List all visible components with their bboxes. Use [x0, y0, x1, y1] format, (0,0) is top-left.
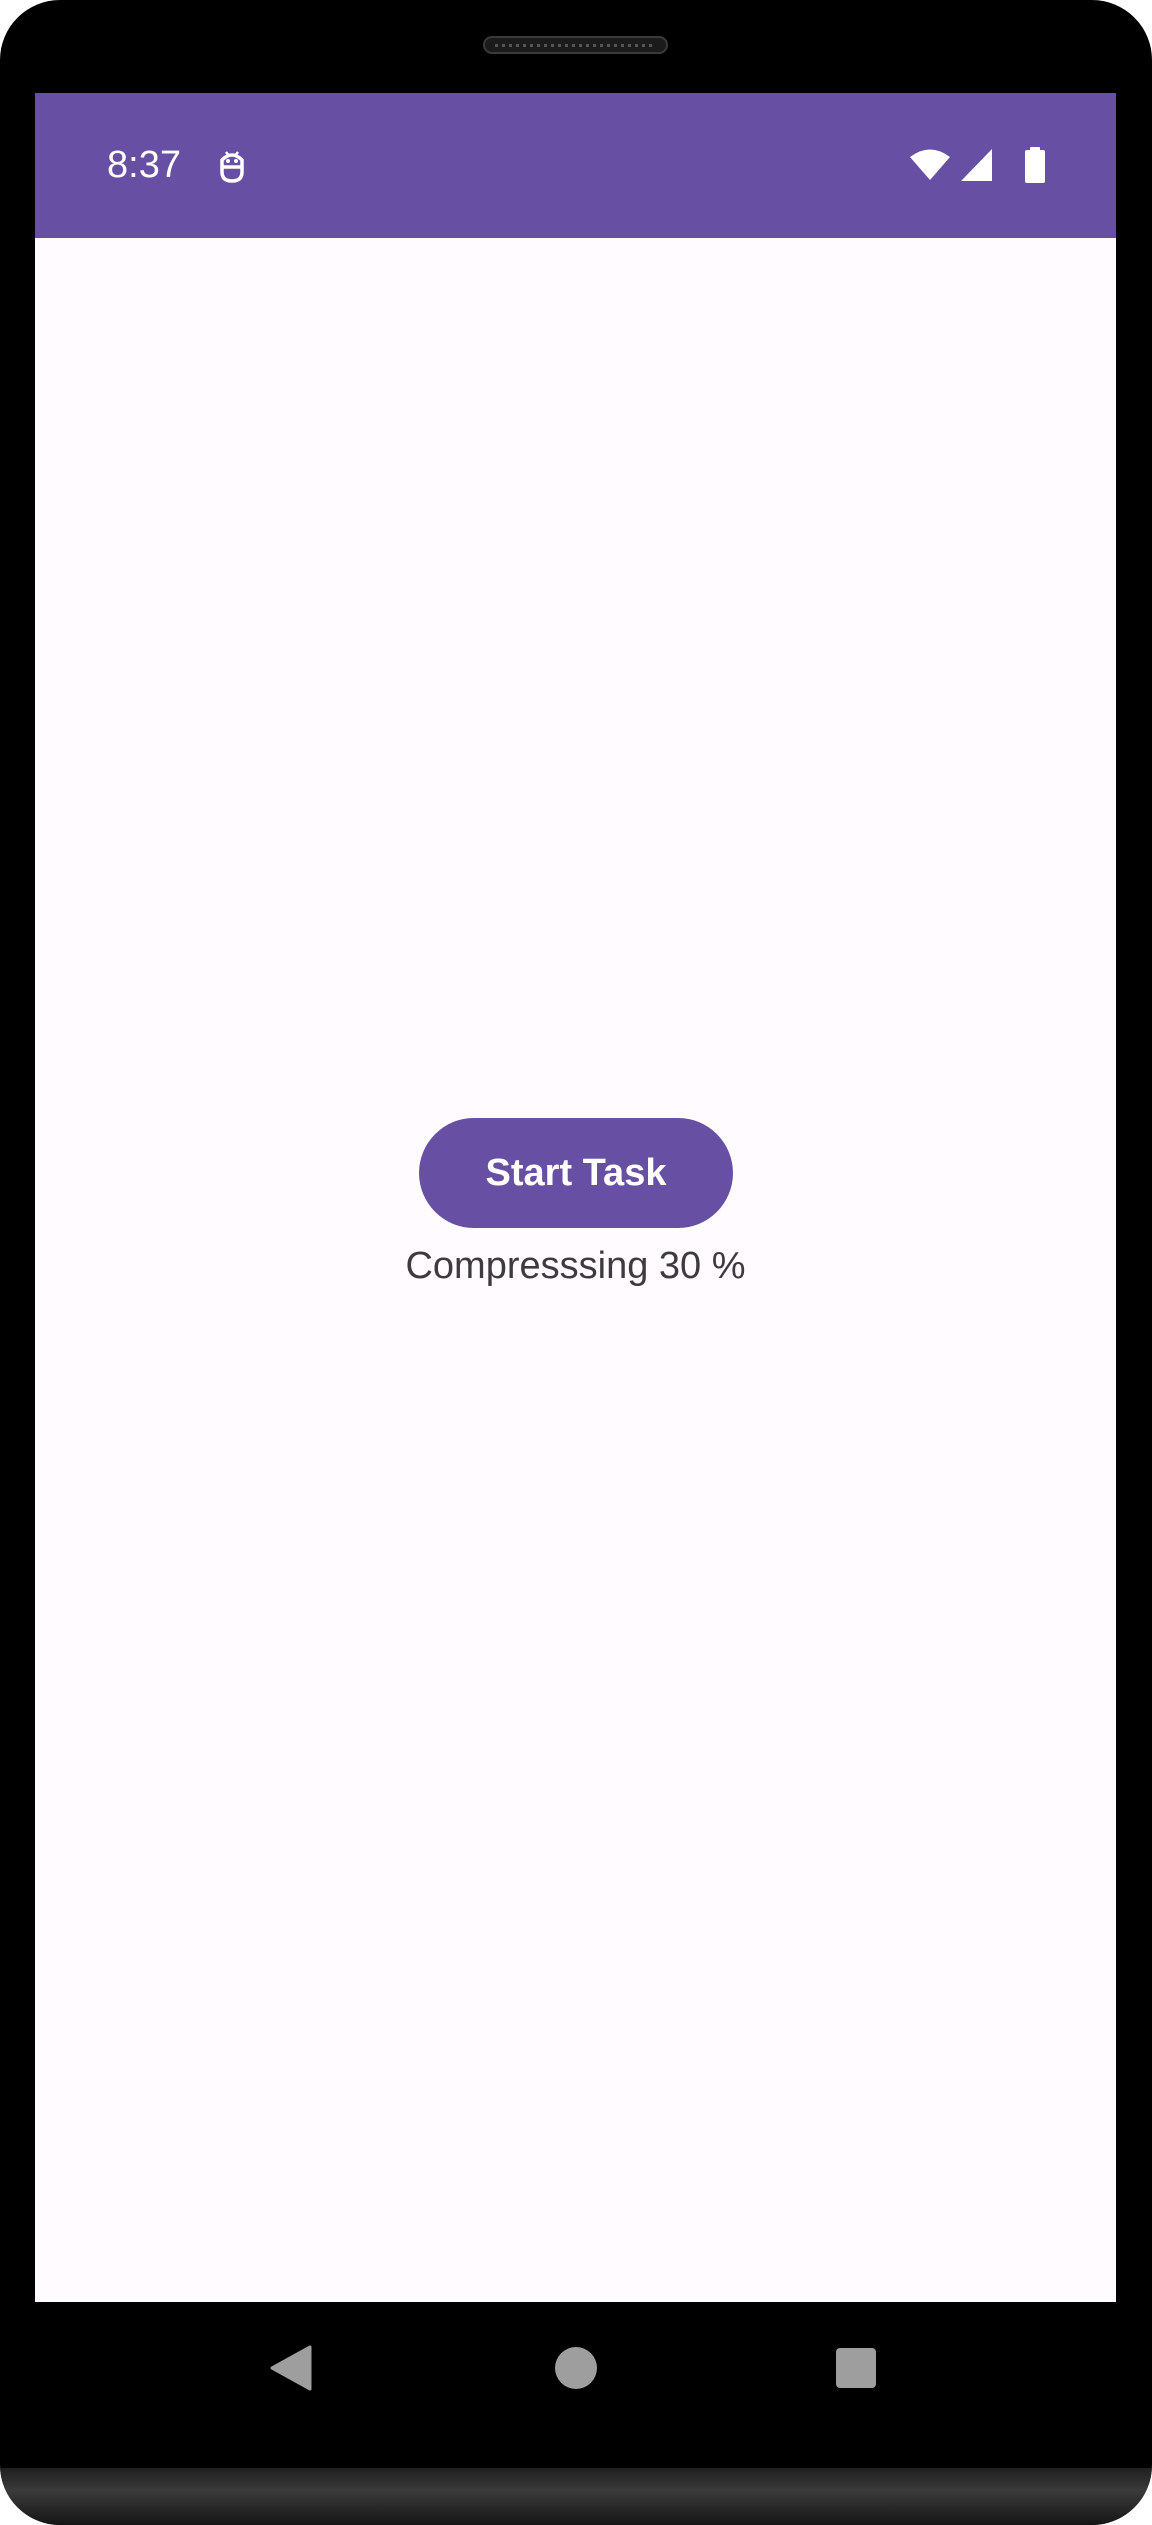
main-content: Start Task Compresssing 30 % — [35, 238, 1116, 2302]
status-time: 8:37 — [107, 144, 181, 186]
phone-device-frame: 8:37 Start Task Compresssing 30 % — [0, 0, 1152, 2525]
battery-icon — [1024, 146, 1046, 188]
start-task-button[interactable]: Start Task — [419, 1118, 733, 1228]
progress-status-text: Compresssing 30 % — [405, 1245, 746, 1287]
app-screen: 8:37 Start Task Compresssing 30 % — [35, 93, 1116, 2302]
earpiece-speaker — [483, 36, 668, 54]
status-icons — [908, 146, 1046, 188]
signal-icon — [960, 148, 994, 187]
navigation-bar — [0, 2302, 1152, 2432]
wifi-icon — [908, 148, 952, 187]
home-icon[interactable] — [555, 2347, 597, 2389]
device-bottom-bezel — [0, 2468, 1152, 2525]
debug-icon — [217, 148, 247, 184]
status-bar: 8:37 — [35, 93, 1116, 238]
back-icon[interactable] — [270, 2345, 312, 2391]
recents-icon[interactable] — [836, 2348, 876, 2388]
